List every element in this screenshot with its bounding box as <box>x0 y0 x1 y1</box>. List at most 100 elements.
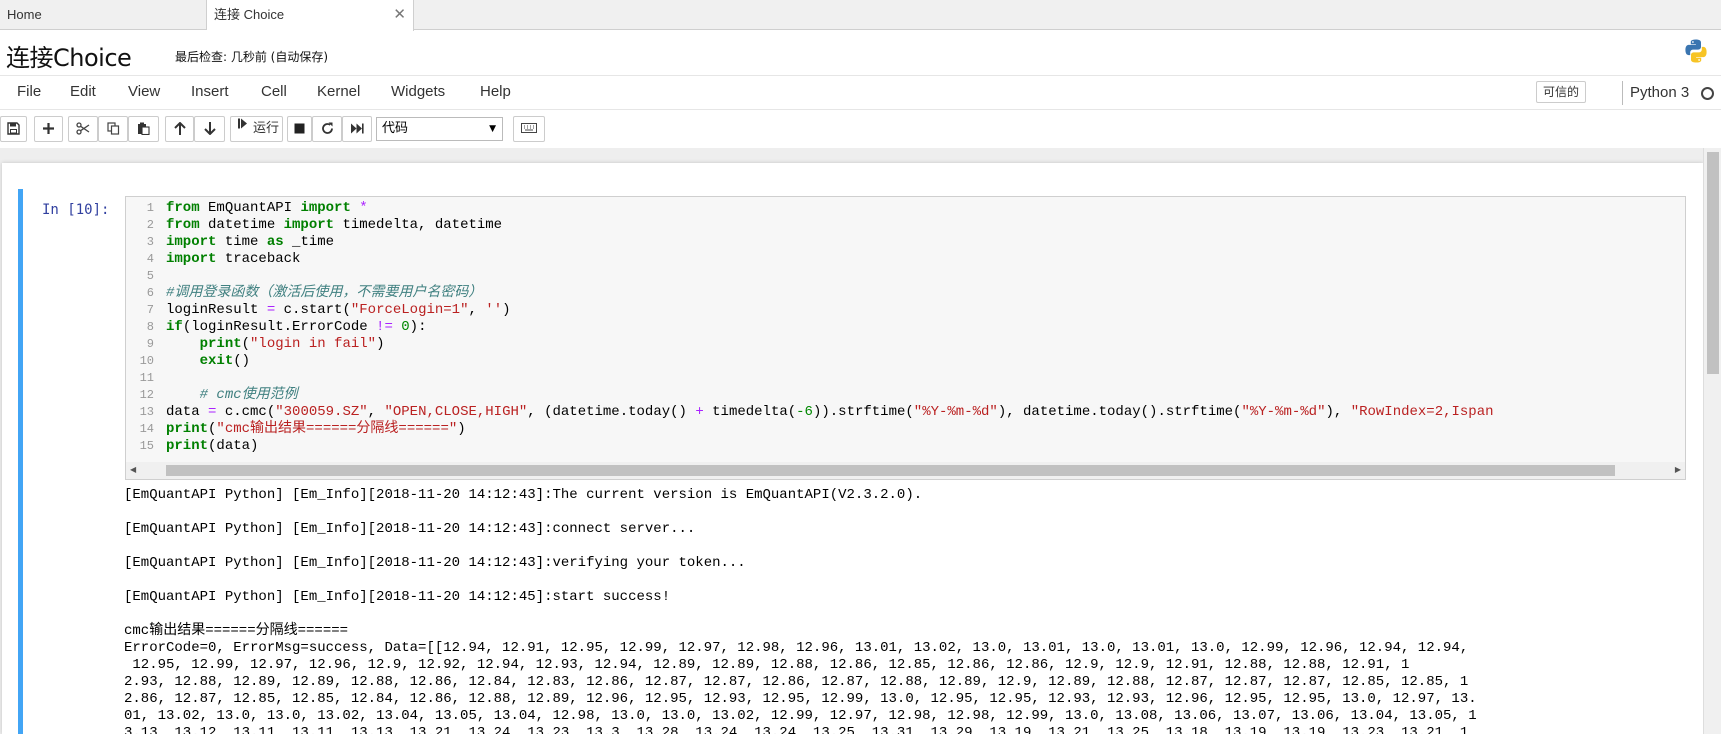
code-line: 3 import time as _time <box>126 234 1685 251</box>
run-label: 运行 <box>253 121 280 136</box>
menu-file[interactable]: File <box>17 76 41 110</box>
output-spacer <box>124 538 1679 555</box>
cell-selection-bar <box>18 189 23 734</box>
output-line: 2.86, 12.87, 12.85, 12.85, 12.84, 12.86,… <box>124 691 1477 707</box>
restart-kernel-button[interactable] <box>312 116 342 142</box>
output-line: ErrorCode=0, ErrorMsg=success, Data=[[12… <box>124 640 1469 656</box>
code-line: 10 exit() <box>126 353 1685 370</box>
cell-type-value: 代码 <box>382 121 409 136</box>
line-number: 15 <box>139 439 154 453</box>
tab-home[interactable]: Home <box>0 0 207 30</box>
line-number: 9 <box>146 337 154 351</box>
interrupt-button[interactable] <box>287 116 312 142</box>
notebook-title[interactable]: 连接Choice <box>6 38 132 73</box>
output-line: 3.13, 13.12, 13.11, 13.11, 13.13, 13.21,… <box>124 725 1469 734</box>
save-icon <box>7 122 20 135</box>
code-line: 5 <box>126 268 1685 285</box>
copy-button[interactable] <box>98 116 128 142</box>
line-number: 11 <box>139 371 154 385</box>
trusted-indicator[interactable]: 可信的 <box>1536 81 1587 103</box>
menu-help[interactable]: Help <box>480 76 511 110</box>
output-spacer <box>124 572 1679 589</box>
move-down-button[interactable] <box>194 116 225 142</box>
code-cell[interactable]: In [10]: 1 from EmQuantAPI import * 2 from … <box>18 189 1688 734</box>
code-line: 14 print("cmc输出结果======分隔线======") <box>126 421 1685 438</box>
browser-tab-bar: Home 连接 Choice ✕ <box>0 0 1721 31</box>
tab-notebook-label: 连接 Choice <box>214 7 285 22</box>
refresh-icon <box>321 122 333 134</box>
menu-insert[interactable]: Insert <box>191 76 229 110</box>
horizontal-scroll-thumb[interactable] <box>166 465 1615 476</box>
paste-icon <box>138 122 150 135</box>
output-line: [EmQuantAPI Python] [Em_Info][2018-11-20… <box>124 555 746 571</box>
checkpoint-status: 最后检查: 几秒前 (自动保存) <box>175 50 329 64</box>
line-number: 7 <box>146 303 154 317</box>
code-editor[interactable]: 1 from EmQuantAPI import * 2 from datetime … <box>125 196 1686 480</box>
line-number: 12 <box>139 388 154 402</box>
step-forward-icon <box>238 118 247 129</box>
cut-button[interactable] <box>68 116 98 142</box>
output-line: [EmQuantAPI Python] [Em_Info][2018-11-20… <box>124 487 923 503</box>
line-number: 13 <box>139 405 154 419</box>
output-line: [EmQuantAPI Python] [Em_Info][2018-11-20… <box>124 521 696 537</box>
menubar: File Edit View Insert Cell Kernel Widget… <box>0 76 1721 110</box>
save-button[interactable] <box>0 116 27 142</box>
dropdown-arrow-icon: ▼ <box>489 124 496 134</box>
code-line: 12 # cmc使用范例 <box>126 387 1685 404</box>
vertical-scrollbar[interactable] <box>1703 148 1721 734</box>
tab-notebook[interactable]: 连接 Choice ✕ <box>207 0 414 31</box>
restart-run-all-button[interactable] <box>342 116 372 142</box>
kernel-name: Python 3 <box>1630 84 1690 101</box>
copy-icon <box>106 122 119 135</box>
menu-edit[interactable]: Edit <box>70 76 96 110</box>
kernel-idle-icon <box>1701 87 1714 100</box>
line-number: 1 <box>146 201 154 215</box>
code-line: 8 if(loginResult.ErrorCode != 0): <box>126 319 1685 336</box>
notebook-page: In [10]: 1 from EmQuantAPI import * 2 from … <box>2 163 1703 734</box>
line-number: 6 <box>146 286 154 300</box>
cell-type-select[interactable]: 代码 ▼ <box>376 117 503 141</box>
notebook-container: In [10]: 1 from EmQuantAPI import * 2 from … <box>0 148 1721 734</box>
vertical-scroll-thumb[interactable] <box>1707 152 1719 374</box>
code-line: 6 #调用登录函数（激活后使用，不需要用户名密码） <box>126 285 1685 302</box>
line-number: 14 <box>139 422 154 436</box>
kernel-divider <box>1622 81 1623 105</box>
code-line: 1 from EmQuantAPI import * <box>126 200 1685 217</box>
arrow-down-icon <box>203 122 216 135</box>
cell-output: [EmQuantAPI Python] [Em_Info][2018-11-20… <box>124 487 1679 734</box>
menu-kernel[interactable]: Kernel <box>317 76 360 110</box>
scissors-icon <box>76 122 90 135</box>
output-line: 12.95, 12.99, 12.97, 12.96, 12.9, 12.92,… <box>124 657 1410 673</box>
line-number: 2 <box>146 218 154 232</box>
menu-cell[interactable]: Cell <box>261 76 287 110</box>
command-palette-button[interactable] <box>513 116 545 142</box>
code-line: 11 <box>126 370 1685 387</box>
move-up-button[interactable] <box>165 116 194 142</box>
menu-widgets[interactable]: Widgets <box>391 76 445 110</box>
notebook-header: 连接Choice 最后检查: 几秒前 (自动保存) <box>0 30 1721 76</box>
paste-button[interactable] <box>128 116 159 142</box>
output-spacer <box>124 504 1679 521</box>
output-line: [EmQuantAPI Python] [Em_Info][2018-11-20… <box>124 589 671 605</box>
output-line: 2.93, 12.88, 12.89, 12.89, 12.88, 12.86,… <box>124 674 1469 690</box>
code-lines: 1 from EmQuantAPI import * 2 from datetime … <box>126 200 1685 455</box>
stop-icon <box>294 123 305 134</box>
output-line: 01, 13.02, 13.0, 13.0, 13.02, 13.04, 13.… <box>124 708 1477 724</box>
close-tab-icon[interactable]: ✕ <box>393 0 406 30</box>
scroll-right-icon[interactable]: ▶ <box>1675 465 1681 474</box>
python-logo-icon <box>1685 39 1707 63</box>
menu-view[interactable]: View <box>128 76 160 110</box>
code-line: 2 from datetime import timedelta, datetim… <box>126 217 1685 234</box>
run-button[interactable]: 运行 <box>230 116 283 142</box>
toolbar: 运行 代码 ▼ <box>0 110 1721 148</box>
insert-cell-button[interactable] <box>34 116 63 142</box>
fast-forward-icon <box>351 123 364 134</box>
code-line: 13 data = c.cmc("300059.SZ", "OPEN,CLOSE,… <box>126 404 1685 421</box>
code-line: 7 loginResult = c.start("ForceLogin=1", '… <box>126 302 1685 319</box>
scroll-left-icon[interactable]: ◀ <box>130 465 136 474</box>
arrow-up-icon <box>173 122 186 135</box>
line-number: 8 <box>146 320 154 334</box>
plus-icon <box>43 123 54 134</box>
input-prompt: In [10]: <box>42 202 110 218</box>
horizontal-scrollbar[interactable]: ◀ ▶ <box>126 462 1685 479</box>
